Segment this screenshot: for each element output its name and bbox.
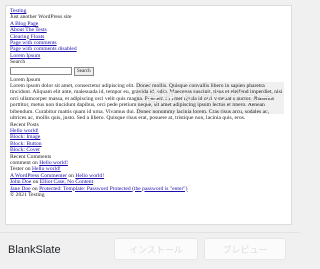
preview-button[interactable]: プレビュー — [204, 238, 286, 260]
site-footer: © 2021 Testing — [10, 191, 45, 198]
theme-screenshot-preview[interactable]: Testing Just another WordPress site A Bl… — [5, 5, 292, 225]
comment-author: comment — [10, 159, 31, 166]
details-preview-label: 詳細 & プレビュー — [146, 91, 274, 107]
comment-author-link[interactable]: Jane Doe — [10, 186, 31, 192]
comment-on-text: on — [30, 159, 40, 166]
theme-name: BlankSlate — [8, 244, 61, 256]
comment-on-text: on — [30, 185, 40, 192]
comment-post-link[interactable]: Hello world! — [75, 173, 104, 179]
comment-post-link[interactable]: Protected: Template: Password Protected … — [39, 186, 187, 192]
search-input[interactable] — [10, 67, 72, 76]
comment-post-link[interactable]: Hello world! — [32, 166, 61, 172]
search-label: Search — [10, 59, 26, 66]
comment-on-text: on — [23, 166, 32, 173]
comment-author: Tester — [10, 166, 24, 173]
comment-post-link[interactable]: Hello world! — [39, 160, 68, 166]
comment-post-link[interactable]: Elliot Case, No Content — [40, 179, 93, 185]
details-preview-overlay[interactable]: 詳細 & プレビュー — [136, 82, 284, 114]
comment-on-text: on — [31, 179, 40, 186]
search-form: Search — [10, 66, 291, 76]
comment-author-link[interactable]: John Doe — [10, 179, 31, 185]
install-button[interactable]: インストール — [114, 238, 198, 260]
comment-author-link[interactable]: A WordPress Commenter — [10, 173, 67, 179]
search-button[interactable]: Search — [74, 66, 94, 76]
